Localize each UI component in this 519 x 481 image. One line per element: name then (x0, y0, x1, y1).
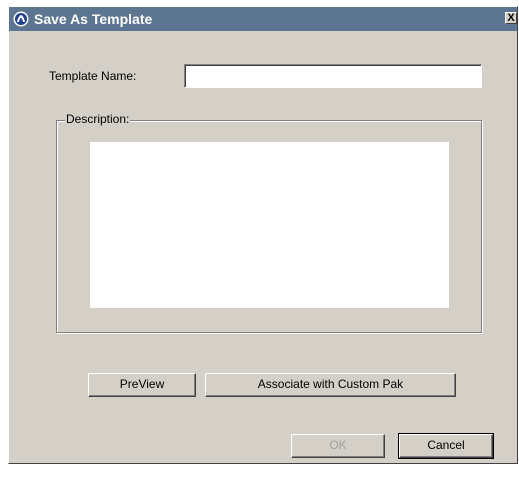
associate-custom-pak-button[interactable]: Associate with Custom Pak (205, 373, 456, 397)
save-as-template-dialog: Save As Template X Template Name: Descri… (8, 6, 518, 464)
dialog-title: Save As Template (34, 11, 153, 27)
description-textarea[interactable] (90, 142, 449, 308)
template-name-input[interactable] (184, 64, 482, 88)
template-name-label: Template Name: (49, 69, 137, 83)
description-label: Description: (65, 112, 131, 126)
app-logo-icon (13, 11, 29, 27)
cancel-button[interactable]: Cancel (398, 433, 494, 459)
preview-button[interactable]: PreView (88, 373, 196, 397)
description-groupbox: Description: (56, 112, 482, 333)
close-icon[interactable]: X (505, 12, 517, 24)
ok-button[interactable]: OK (291, 434, 385, 458)
title-bar[interactable]: Save As Template X (9, 7, 517, 31)
